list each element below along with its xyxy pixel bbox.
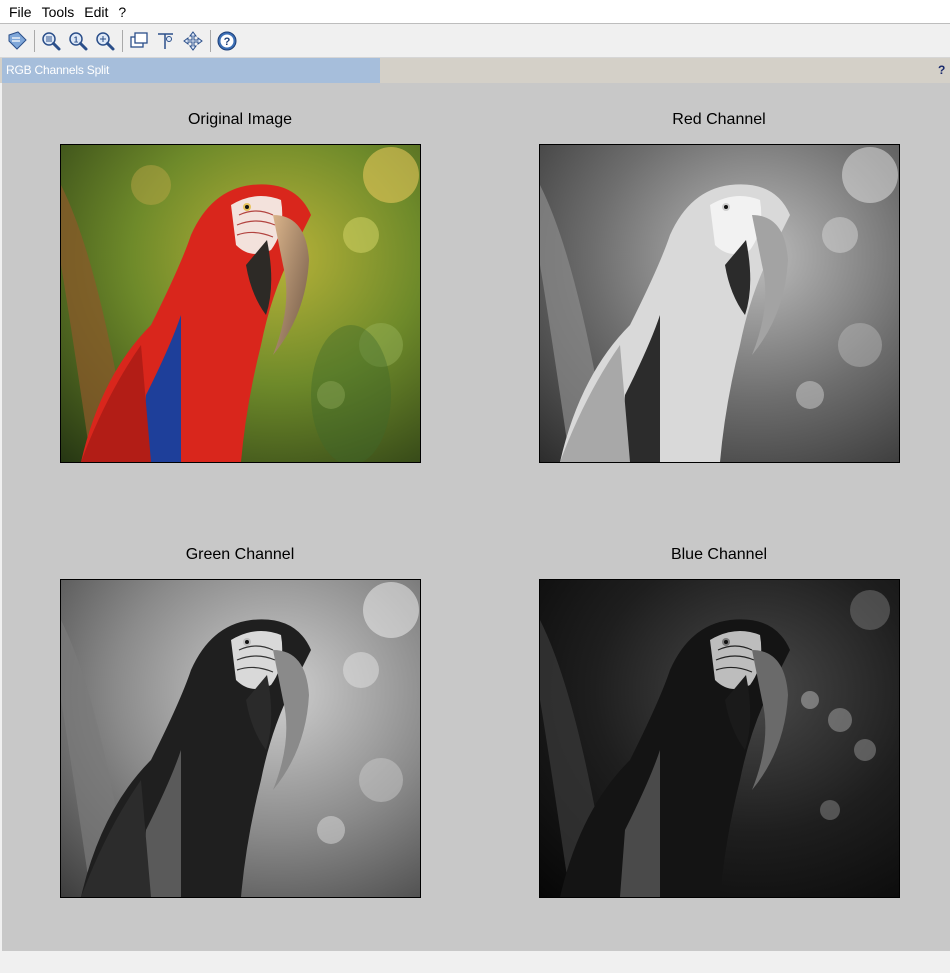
title-help-mark[interactable]: ? [938, 58, 950, 83]
menu-file[interactable]: File [4, 0, 37, 24]
axes-red[interactable] [539, 144, 900, 463]
image-green-channel [61, 580, 420, 897]
toolbar-separator [34, 30, 35, 52]
zoom-region-icon[interactable] [38, 28, 64, 54]
data-cursor-icon[interactable] [153, 28, 179, 54]
image-blue-channel [540, 580, 899, 897]
menu-tools[interactable]: Tools [37, 0, 80, 24]
toolbar-separator [210, 30, 211, 52]
panel-title-blue: Blue Channel [670, 546, 768, 563]
svg-text:1: 1 [74, 36, 79, 45]
toolbar: 1 ? [0, 25, 950, 58]
image-red-channel [540, 145, 899, 462]
window-icon[interactable] [126, 28, 152, 54]
axes-original[interactable] [60, 144, 421, 463]
status-bar [0, 951, 950, 973]
panel-title-original: Original Image [187, 111, 293, 128]
figure-title-bar: RGB Channels Split ? [0, 58, 950, 83]
svg-text:?: ? [224, 36, 231, 48]
image-original [61, 145, 420, 462]
axes-green[interactable] [60, 579, 421, 898]
toolbar-separator [122, 30, 123, 52]
select-arrow-icon[interactable] [4, 28, 30, 54]
panel-title-green: Green Channel [185, 546, 295, 563]
menu-help[interactable]: ? [113, 0, 131, 24]
menu-bar: File Tools Edit ? [0, 0, 950, 24]
menu-edit[interactable]: Edit [79, 0, 113, 24]
panel-title-red: Red Channel [672, 111, 766, 128]
figure-canvas: Original Image Red Channel Green Channel… [2, 83, 950, 951]
window-title: RGB Channels Split [6, 63, 110, 77]
axes-blue[interactable] [539, 579, 900, 898]
zoom-out-icon[interactable] [92, 28, 118, 54]
zoom-in-icon[interactable]: 1 [65, 28, 91, 54]
pan-icon[interactable] [180, 28, 206, 54]
help-icon[interactable]: ? [214, 28, 240, 54]
